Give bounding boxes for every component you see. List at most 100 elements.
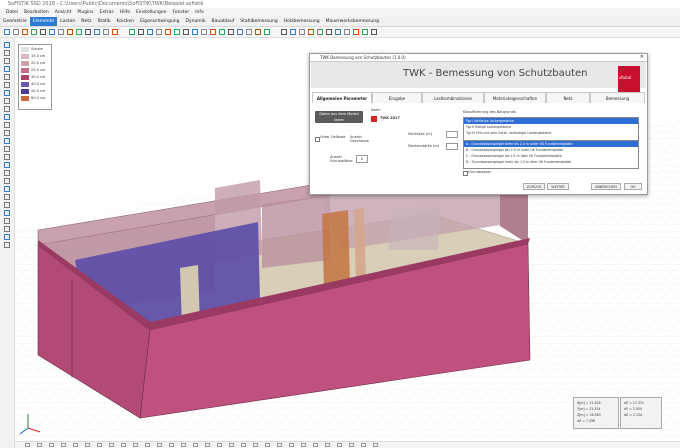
status-icon[interactable] <box>373 443 378 447</box>
side-tool-icon[interactable] <box>4 122 10 128</box>
status-icon[interactable] <box>145 443 150 447</box>
status-icon[interactable] <box>109 443 114 447</box>
mode-tab[interactable]: Lasten <box>57 17 78 26</box>
toolbar-tool-icon[interactable] <box>237 29 243 35</box>
side-tool-icon[interactable] <box>4 202 10 208</box>
side-tool-icon[interactable] <box>4 138 10 144</box>
mode-tab[interactable]: Knicken <box>113 17 137 26</box>
side-tool-icon[interactable] <box>4 170 10 176</box>
side-tool-icon[interactable] <box>4 226 10 232</box>
status-icon[interactable] <box>229 443 234 447</box>
side-tool-icon[interactable] <box>4 114 10 120</box>
toolbar-tool-icon[interactable] <box>371 29 377 35</box>
toolbar-tool-icon[interactable] <box>192 29 198 35</box>
status-icon[interactable] <box>73 443 78 447</box>
mode-tab[interactable]: Holzbemessung <box>281 17 323 26</box>
toolbar-tool-icon[interactable] <box>165 29 171 35</box>
status-icon[interactable] <box>25 443 30 447</box>
toolbar-tool-icon[interactable] <box>308 29 314 35</box>
status-icon[interactable] <box>361 443 366 447</box>
shelter-places-stepper[interactable]: 2 <box>356 155 368 163</box>
mode-tab[interactable]: Geometrie <box>0 17 30 26</box>
side-tool-icon[interactable] <box>4 234 10 240</box>
toolbar-tool-icon[interactable] <box>326 29 332 35</box>
status-icon[interactable] <box>97 443 102 447</box>
load-from-model-button[interactable]: Daten aus dem Modell laden <box>315 111 363 123</box>
status-icon[interactable] <box>181 443 186 447</box>
tab-design[interactable]: Bemessung <box>590 92 645 103</box>
side-tool-icon[interactable] <box>4 162 10 168</box>
toolbar-tool-icon[interactable] <box>183 29 189 35</box>
menu-item[interactable]: Bearbeiten <box>24 10 49 15</box>
toolbar-tool-icon[interactable] <box>138 29 144 35</box>
toolbar-tool-icon[interactable] <box>228 29 234 35</box>
toolbar-tool-icon[interactable] <box>335 29 341 35</box>
mode-tab[interactable]: Stahlbemessung <box>237 17 281 26</box>
status-icon[interactable] <box>241 443 246 447</box>
status-icon[interactable] <box>313 443 318 447</box>
mode-tab-active[interactable]: Elemente <box>29 17 58 26</box>
toolbar-tool-icon[interactable] <box>344 29 350 35</box>
tab-general[interactable]: Allgemeine Parameter <box>312 92 372 103</box>
side-tool-icon[interactable] <box>4 194 10 200</box>
side-tool-icon[interactable] <box>4 130 10 136</box>
toolbar-tool-icon[interactable] <box>129 29 135 35</box>
list-item[interactable]: Typ III Fels und sehr harte, verfestigte… <box>464 130 638 136</box>
groundwater-list[interactable]: A - Grundwasserspiegel tiefer als 2.0 m … <box>463 140 639 169</box>
status-icon[interactable] <box>85 443 90 447</box>
toolbar-tool-icon[interactable] <box>76 29 82 35</box>
next-button[interactable]: WEITER <box>547 183 569 190</box>
toolbar-tool-icon[interactable] <box>246 29 252 35</box>
toolbar-tool-icon[interactable] <box>67 29 73 35</box>
mode-tab[interactable]: Dynamik <box>183 17 209 26</box>
slab-thickness-input[interactable] <box>446 131 458 138</box>
toolbar-tool-icon[interactable] <box>58 29 64 35</box>
side-tool-icon[interactable] <box>4 98 10 104</box>
side-tool-icon[interactable] <box>4 58 10 64</box>
list-item[interactable]: D - Grundwasserspiegel mehr als 1.5 m üb… <box>464 159 638 165</box>
toolbar-tool-icon[interactable] <box>210 29 216 35</box>
back-button[interactable]: ZURÜCK <box>523 183 545 190</box>
menu-item[interactable]: Hilfe <box>120 10 130 15</box>
status-icon[interactable] <box>157 443 162 447</box>
toolbar-tool-icon[interactable] <box>201 29 207 35</box>
side-tool-icon[interactable] <box>4 242 10 248</box>
side-tool-icon[interactable] <box>4 82 10 88</box>
toolbar-tool-icon[interactable] <box>4 29 10 35</box>
status-icon[interactable] <box>133 443 138 447</box>
cancel-button[interactable]: ABBRECHEN <box>591 183 621 190</box>
menu-item[interactable]: Info <box>195 10 204 15</box>
side-tool-icon[interactable] <box>4 178 10 184</box>
toolbar-tool-icon[interactable] <box>94 29 100 35</box>
menu-item[interactable]: Extras <box>100 10 114 15</box>
ceiling-thickness-input[interactable] <box>446 143 458 150</box>
menu-item[interactable]: Ansicht <box>55 10 72 15</box>
mode-tab[interactable]: Mauerwerksbemessung <box>323 17 382 26</box>
status-icon[interactable] <box>289 443 294 447</box>
status-icon[interactable] <box>49 443 54 447</box>
side-tool-icon[interactable] <box>4 42 10 48</box>
toolbar-tool-icon[interactable] <box>22 29 28 35</box>
mode-tab[interactable]: Eigenschwingung <box>137 17 182 26</box>
toolbar-tool-icon[interactable] <box>317 29 323 35</box>
side-tool-icon[interactable] <box>4 106 10 112</box>
mode-tab[interactable]: Bauablauf <box>209 17 238 26</box>
tab-input[interactable]: Eingabe <box>372 92 422 103</box>
toolbar-tool-icon[interactable] <box>49 29 55 35</box>
status-icon[interactable] <box>217 443 222 447</box>
menu-item[interactable]: Plugins <box>77 10 93 15</box>
toolbar-tool-icon[interactable] <box>103 29 109 35</box>
mode-tab[interactable]: Netz <box>78 17 94 26</box>
toolbar-tool-icon[interactable] <box>281 29 287 35</box>
toolbar-tool-icon[interactable] <box>85 29 91 35</box>
toolbar-tool-icon[interactable] <box>13 29 19 35</box>
status-icon[interactable] <box>265 443 270 447</box>
side-tool-icon[interactable] <box>4 218 10 224</box>
side-tool-icon[interactable] <box>4 186 10 192</box>
status-icon[interactable] <box>193 443 198 447</box>
toolbar-tool-icon[interactable] <box>156 29 162 35</box>
tab-mesh[interactable]: Netz <box>546 92 590 103</box>
status-icon[interactable] <box>349 443 354 447</box>
toolbar-tool-icon[interactable] <box>174 29 180 35</box>
menu-item[interactable]: Fenster <box>173 10 190 15</box>
